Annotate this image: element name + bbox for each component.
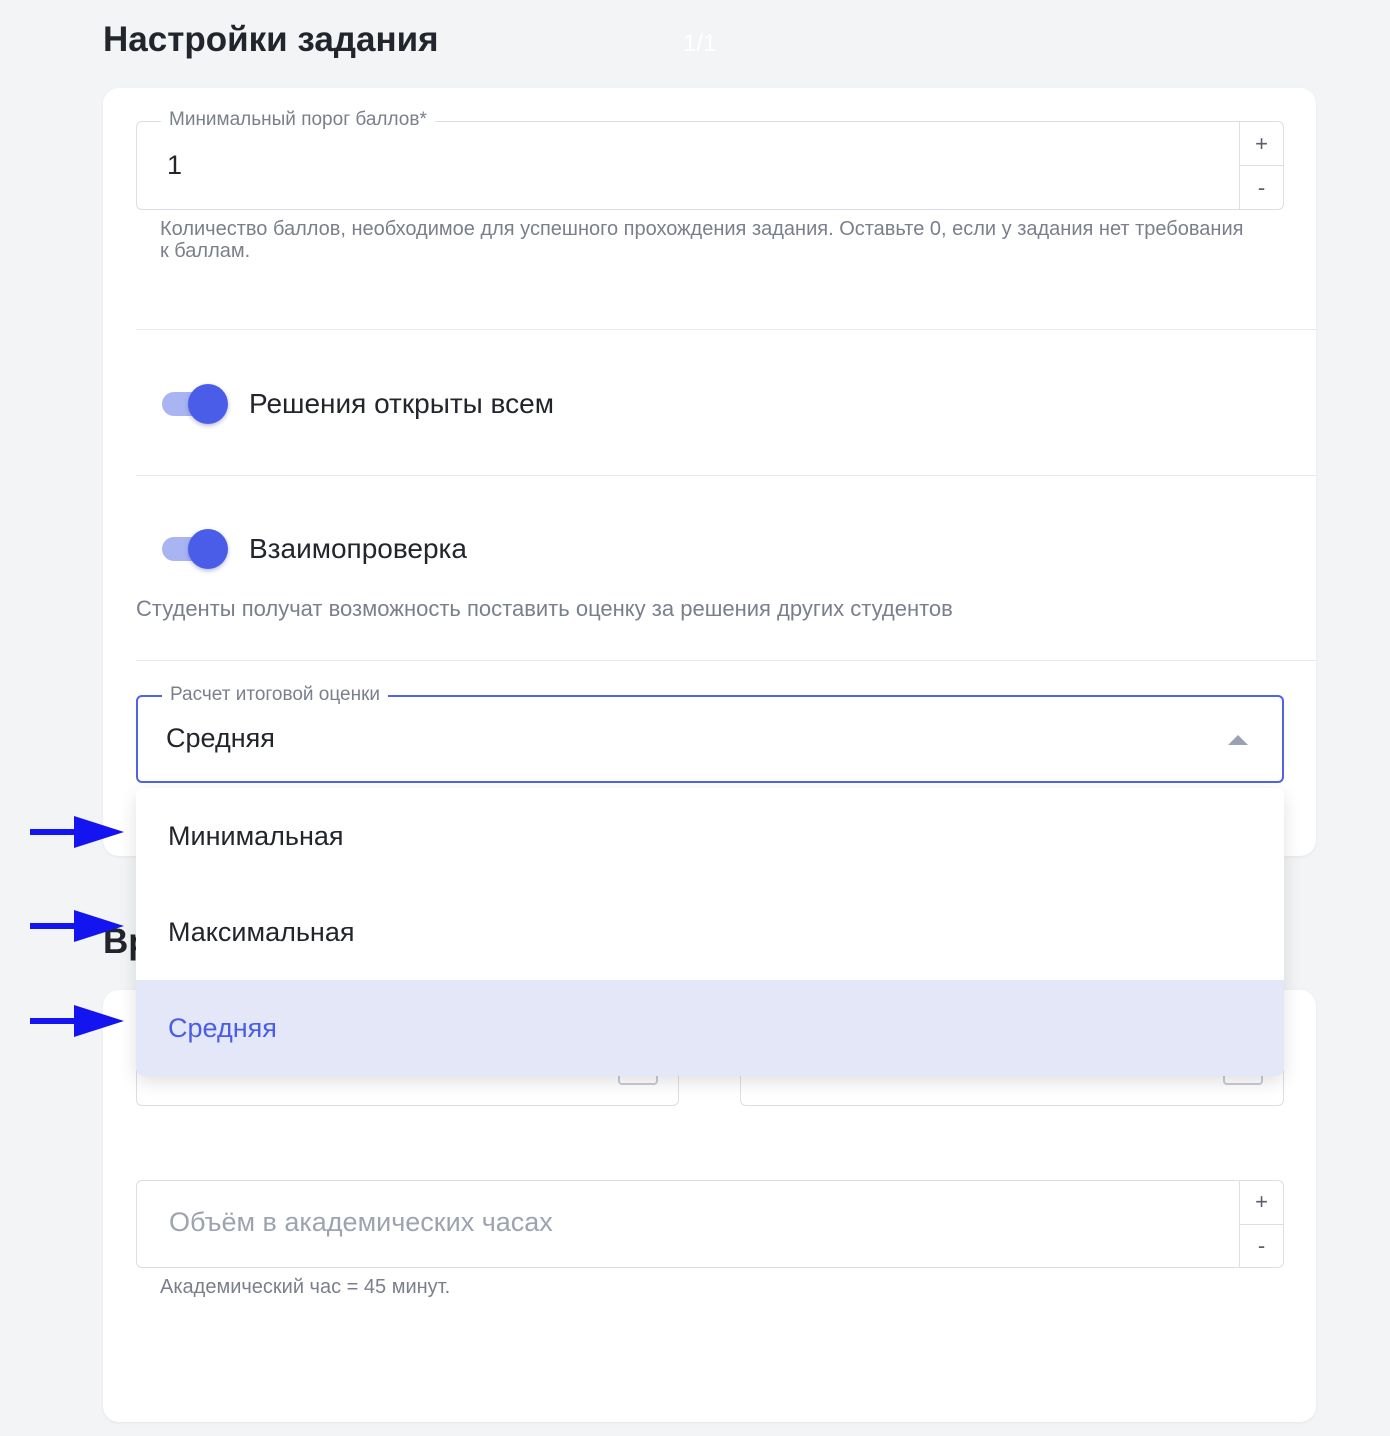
peer-review-toggle[interactable] bbox=[160, 529, 230, 569]
increment-button[interactable]: + bbox=[1240, 122, 1283, 166]
divider bbox=[136, 475, 1316, 476]
arrow-right-icon bbox=[30, 910, 124, 942]
decrement-button[interactable]: - bbox=[1240, 1225, 1283, 1268]
page-title: Настройки задания bbox=[103, 20, 439, 59]
peer-review-label: Взаимопроверка bbox=[249, 533, 467, 564]
peer-review-helper: Студенты получат возможность поставить о… bbox=[136, 596, 953, 621]
solutions-open-label: Решения открыты всем bbox=[249, 388, 554, 419]
grade-calc-value: Средняя bbox=[166, 723, 275, 753]
hours-field[interactable]: Объём в академических часах + - bbox=[136, 1180, 1284, 1268]
increment-button[interactable]: + bbox=[1240, 1181, 1283, 1225]
option-minimum[interactable]: Минимальная bbox=[136, 788, 1284, 884]
solutions-open-toggle[interactable] bbox=[160, 384, 230, 424]
option-maximum[interactable]: Максимальная bbox=[136, 884, 1284, 980]
grade-calc-dropdown: Минимальная Максимальная Средняя bbox=[136, 788, 1284, 1076]
divider bbox=[136, 329, 1316, 330]
min-score-stepper: + - bbox=[1239, 122, 1283, 209]
toggle-thumb bbox=[188, 529, 228, 569]
decrement-button[interactable]: - bbox=[1240, 166, 1283, 209]
option-average[interactable]: Средняя bbox=[136, 980, 1284, 1076]
toggle-thumb bbox=[188, 384, 228, 424]
min-score-value[interactable]: 1 bbox=[167, 150, 182, 181]
min-score-legend: Минимальный порог баллов* bbox=[161, 108, 435, 132]
grade-calc-legend: Расчет итоговой оценки bbox=[162, 683, 389, 707]
hours-stepper: + - bbox=[1239, 1181, 1283, 1267]
caret-up-icon[interactable] bbox=[1228, 735, 1248, 745]
hours-placeholder[interactable]: Объём в академических часах bbox=[169, 1207, 553, 1238]
divider bbox=[136, 660, 1316, 661]
min-score-field[interactable]: Минимальный порог баллов* 1 + - bbox=[136, 108, 1284, 210]
grade-calc-select[interactable]: Расчет итоговой оценки Средняя bbox=[136, 683, 1284, 783]
arrow-right-icon bbox=[30, 816, 124, 848]
min-score-helper: Количество баллов, необходимое для успеш… bbox=[160, 218, 1244, 262]
page-counter: 1/1 bbox=[683, 30, 717, 57]
hours-helper: Академический час = 45 минут. bbox=[160, 1276, 451, 1298]
arrow-right-icon bbox=[30, 1005, 124, 1037]
